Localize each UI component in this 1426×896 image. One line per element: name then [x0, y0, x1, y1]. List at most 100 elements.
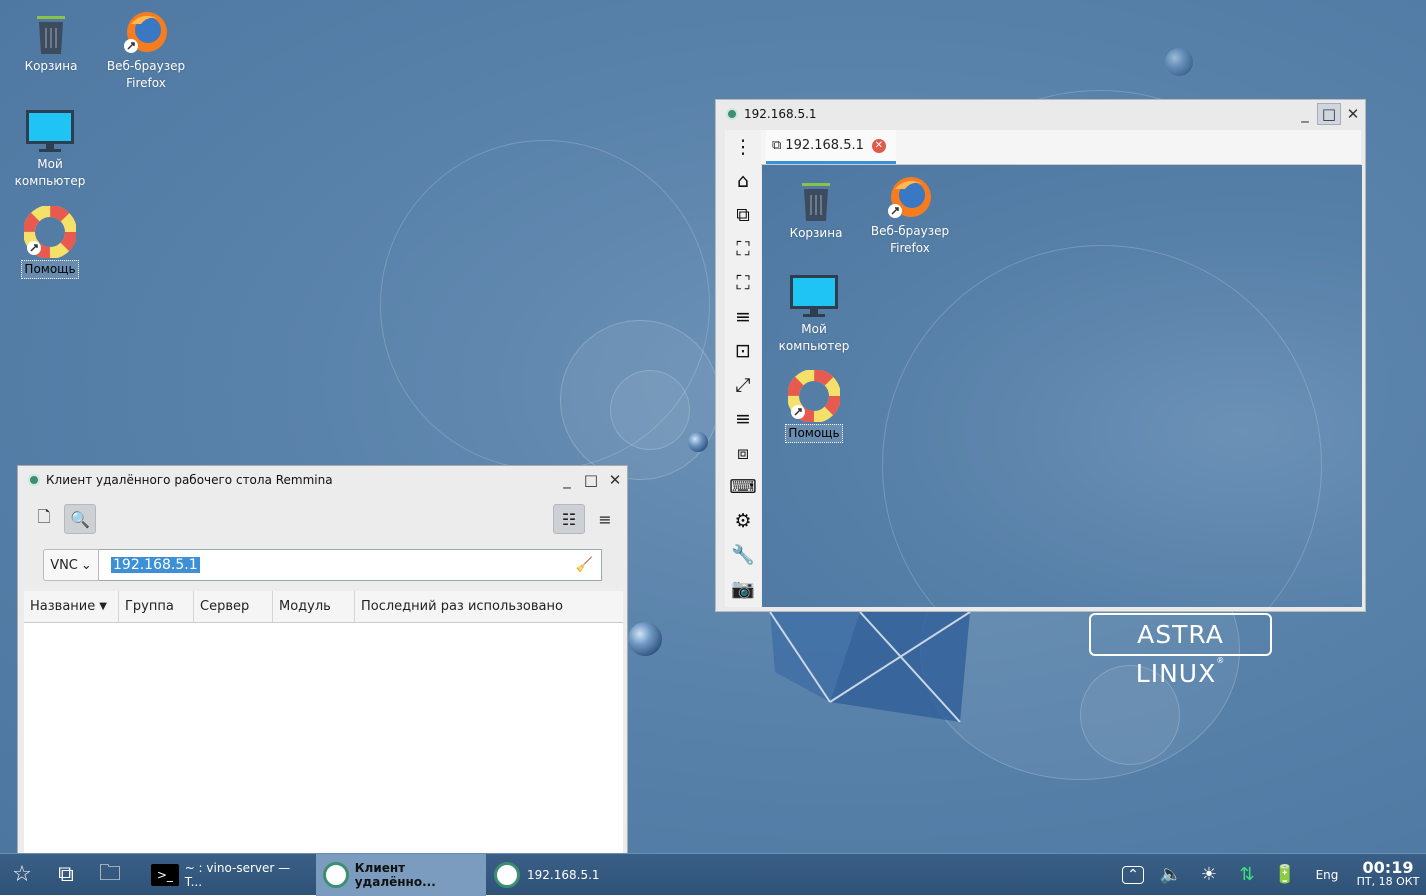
- tab-remote-session[interactable]: ⧉ 192.168.5.1 ✕: [766, 130, 896, 164]
- desktop-icon-my-computer[interactable]: Мой компьютер: [0, 108, 100, 190]
- desktop-icon-trash[interactable]: Корзина: [1, 12, 101, 75]
- list-icon[interactable]: ≡: [728, 300, 758, 334]
- window-title: 192.168.5.1: [744, 107, 817, 121]
- multi-monitor-icon[interactable]: ⧈: [728, 436, 758, 470]
- remote-icon-trash[interactable]: Корзина: [766, 179, 866, 242]
- lifebuoy-icon: [24, 206, 76, 258]
- remote-desktop-window[interactable]: 192.168.5.1 _ □ ✕ ⋮ ⌂ ⧉ ⛶ ⛶ ≡ ⊡ ⤢ ≡ ⧈ ⌨ …: [715, 99, 1366, 612]
- chevron-down-icon: ⌄: [80, 557, 92, 573]
- address-input[interactable]: 192.168.5.1 🧹: [99, 549, 602, 581]
- column-module[interactable]: Модуль: [273, 591, 355, 622]
- maximize-button[interactable]: □: [579, 469, 603, 491]
- protocol-select[interactable]: VNC ⌄: [43, 549, 99, 581]
- desktop-icon-label: Корзина: [24, 59, 78, 73]
- task-remmina[interactable]: Клиент удалённо...: [316, 853, 486, 896]
- column-name[interactable]: Название ▼: [24, 591, 119, 622]
- monitor-icon: [790, 275, 838, 317]
- clock[interactable]: 00:19 ПТ, 18 ОКТ: [1350, 859, 1426, 889]
- desktop-icon-help[interactable]: Помощь: [0, 206, 100, 279]
- window-tab-icon: ⧉: [772, 138, 782, 153]
- desktop-icon-firefox[interactable]: Веб-браузер Firefox: [96, 8, 196, 92]
- resize-icon[interactable]: ⤢: [728, 368, 758, 402]
- trash-icon: [802, 183, 830, 221]
- desktop-icon-label: Веб-браузер Firefox: [106, 59, 186, 90]
- column-last-used[interactable]: Последний раз использовано: [355, 591, 623, 622]
- sort-down-icon: ▼: [99, 601, 107, 612]
- remote-icon-label: Веб-браузер Firefox: [870, 224, 950, 255]
- fullscreen-icon[interactable]: ⛶: [728, 266, 758, 300]
- terminal-icon: >_: [150, 860, 180, 890]
- maximize-button[interactable]: □: [1317, 103, 1341, 125]
- show-desktop-icon[interactable]: ⧉: [44, 854, 88, 896]
- close-button[interactable]: ✕: [1341, 103, 1365, 125]
- column-server[interactable]: Сервер: [194, 591, 273, 622]
- list-icon[interactable]: ≡: [728, 402, 758, 436]
- close-button[interactable]: ✕: [603, 469, 627, 491]
- close-tab-icon[interactable]: ✕: [871, 138, 886, 153]
- taskbar: ☆ ⧉ 🗀 >_ ~ : vino-server — T... Клиент у…: [0, 853, 1426, 896]
- remote-toolbar: ⋮ ⌂ ⧉ ⛶ ⛶ ≡ ⊡ ⤢ ≡ ⧈ ⌨ ⚙ 🔧 📷: [725, 130, 761, 607]
- address-value: 192.168.5.1: [111, 557, 200, 573]
- desktop-icon-label: Мой компьютер: [14, 157, 86, 188]
- column-group[interactable]: Группа: [119, 591, 194, 622]
- minimize-button[interactable]: _: [555, 469, 579, 491]
- camera-icon[interactable]: 📷: [728, 572, 758, 606]
- battery-icon[interactable]: 🔋: [1266, 854, 1304, 896]
- keyboard-icon[interactable]: ⌨: [728, 470, 758, 504]
- astra-linux-logo: ASTRA LINUX®: [1089, 613, 1272, 688]
- fit-window-icon[interactable]: ⛶: [728, 232, 758, 266]
- remmina-icon: [726, 108, 738, 120]
- quick-connect-bar: VNC ⌄ 192.168.5.1 🧹: [43, 549, 602, 583]
- trash-icon: [37, 16, 65, 54]
- wallpaper-orb: [628, 622, 662, 656]
- task-terminal[interactable]: >_ ~ : vino-server — T...: [144, 854, 316, 896]
- remmina-titlebar[interactable]: Клиент удалённого рабочего стола Remmina…: [18, 466, 627, 494]
- firefox-icon: [124, 12, 167, 53]
- keyboard-layout[interactable]: Eng: [1304, 854, 1350, 896]
- home-icon[interactable]: ⌂: [728, 164, 758, 198]
- window-title: Клиент удалённого рабочего стола Remmina: [46, 473, 333, 487]
- desktop: ASTRA LINUX® Корзина Веб-браузер Firefox: [0, 0, 1426, 853]
- remote-icon-label: Корзина: [789, 226, 843, 240]
- wrench-icon[interactable]: 🔧: [728, 538, 758, 572]
- remote-icon-my-computer[interactable]: Мой компьютер: [764, 273, 864, 355]
- remmina-window[interactable]: Клиент удалённого рабочего стола Remmina…: [17, 465, 628, 853]
- desktop-icon-label: Помощь: [21, 260, 79, 279]
- scale-icon[interactable]: ⊡: [728, 334, 758, 368]
- start-menu-star-icon[interactable]: ☆: [0, 854, 44, 896]
- remote-screen[interactable]: Корзина Веб-браузер Firefox Мой компьюте…: [762, 165, 1362, 607]
- network-icon[interactable]: ⇅: [1228, 854, 1266, 896]
- wallpaper-orb: [1165, 48, 1193, 76]
- new-window-icon[interactable]: ⧉: [728, 198, 758, 232]
- tab-strip: ⧉ 192.168.5.1 ✕: [761, 130, 1361, 165]
- clear-icon[interactable]: 🧹: [576, 557, 593, 573]
- file-manager-icon[interactable]: 🗀: [88, 854, 132, 896]
- wallpaper-tower: [769, 612, 971, 722]
- connection-table-header: Название ▼ Группа Сервер Модуль Последний…: [24, 591, 623, 623]
- remote-icon-firefox[interactable]: Веб-браузер Firefox: [860, 173, 960, 257]
- settings-icon[interactable]: ⚙: [728, 504, 758, 538]
- remote-icon-help[interactable]: Помощь: [764, 370, 864, 443]
- remmina-icon: [492, 860, 522, 890]
- remote-icon-label: Помощь: [785, 424, 843, 443]
- wallpaper-bubble: [610, 370, 690, 450]
- new-connection-icon[interactable]: 🗋: [28, 504, 60, 534]
- remmina-icon: [322, 860, 350, 890]
- remote-icon-label: Мой компьютер: [778, 322, 850, 353]
- menu-icon[interactable]: ⋮: [728, 130, 758, 164]
- view-list-icon[interactable]: ☷: [553, 504, 585, 534]
- remmina-toolbar: 🗋 🔍 ☷ ≡: [24, 498, 621, 540]
- tray-expand-icon[interactable]: ⌃: [1114, 854, 1152, 896]
- minimize-button[interactable]: _: [1293, 103, 1317, 125]
- search-icon[interactable]: 🔍: [64, 504, 96, 534]
- task-remote-session[interactable]: 192.168.5.1: [486, 854, 656, 896]
- connection-list[interactable]: [24, 623, 623, 853]
- hamburger-menu-icon[interactable]: ≡: [589, 504, 621, 534]
- tab-label: 192.168.5.1: [785, 138, 864, 153]
- brightness-icon[interactable]: ☀: [1190, 854, 1228, 896]
- wallpaper-bubble: [882, 245, 1322, 607]
- lifebuoy-icon: [788, 370, 840, 422]
- volume-icon[interactable]: 🔈: [1152, 854, 1190, 896]
- remmina-icon: [28, 474, 40, 486]
- remote-window-titlebar[interactable]: 192.168.5.1 _ □ ✕: [716, 100, 1365, 128]
